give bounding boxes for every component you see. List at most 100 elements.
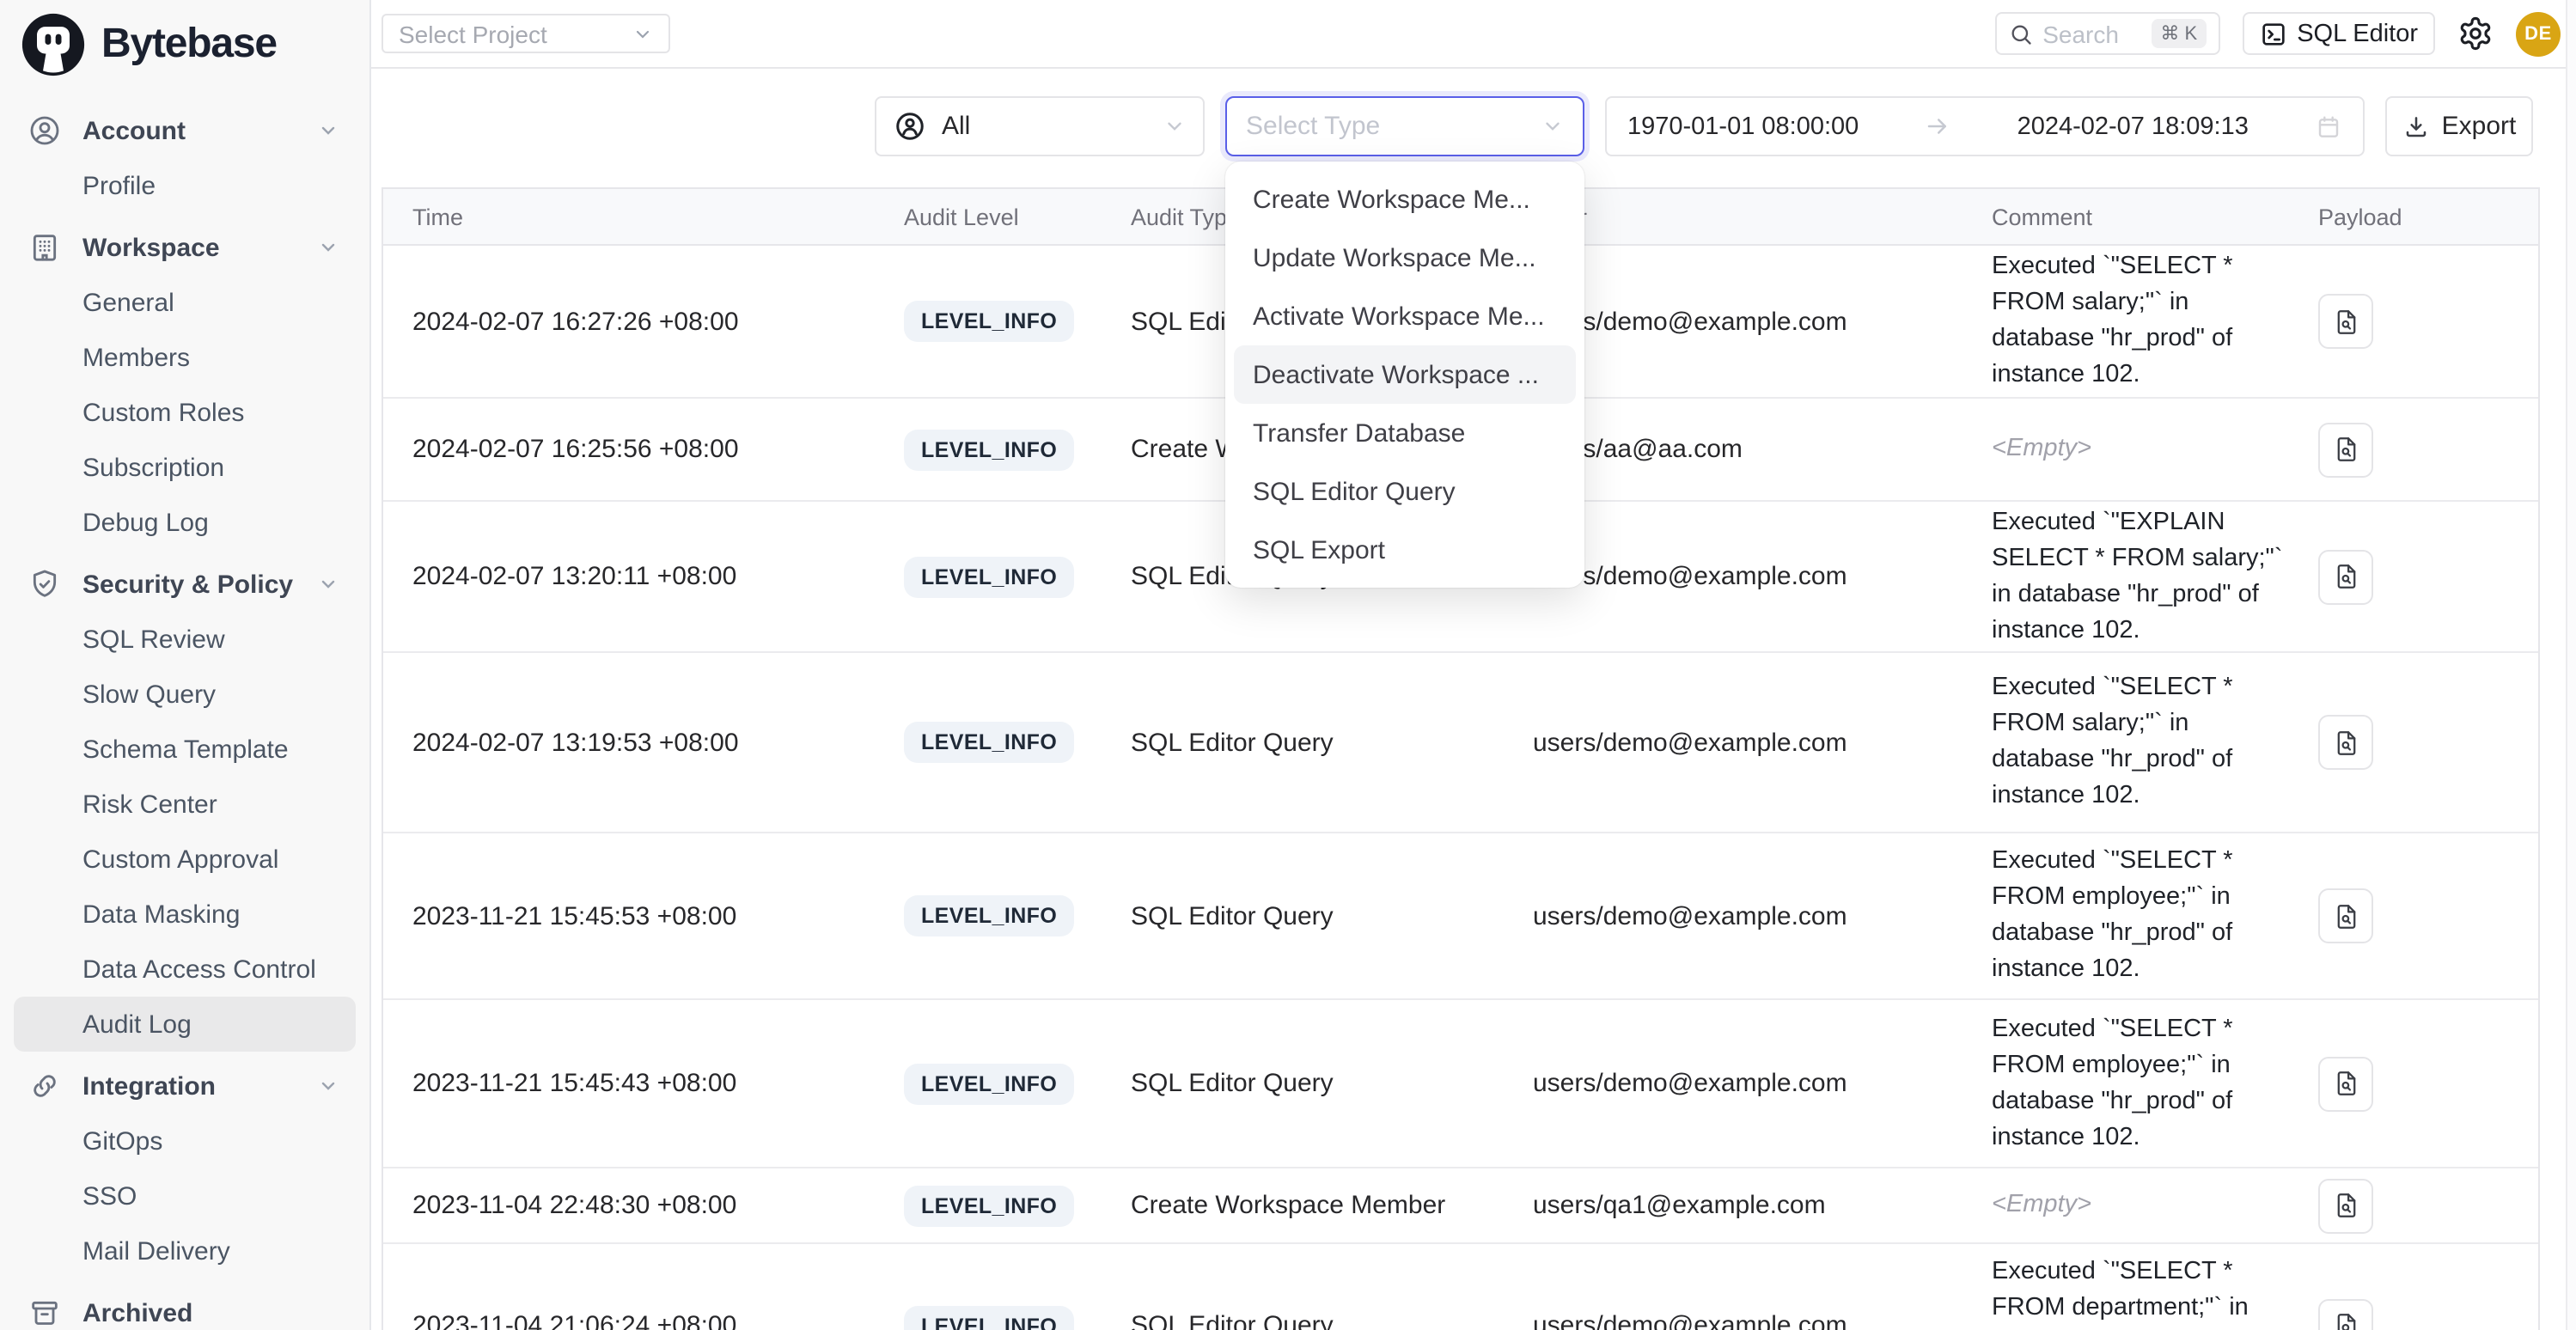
menu-item-deactivate-workspace-member[interactable]: Deactivate Workspace ...: [1234, 345, 1576, 404]
sidebar-item-custom-approval[interactable]: Custom Approval: [14, 832, 356, 887]
cell-comment: Executed `"SELECT * FROM employee;"` in …: [1992, 1011, 2318, 1156]
sidebar-item-archived[interactable]: Archived: [14, 1285, 356, 1330]
payload-view-button[interactable]: [2318, 1178, 2373, 1233]
terminal-icon: [2259, 20, 2286, 47]
sidebar-item-general[interactable]: General: [14, 275, 356, 330]
sidebar-item-slow-query[interactable]: Slow Query: [14, 667, 356, 722]
sidebar-item-risk-center[interactable]: Risk Center: [14, 777, 356, 832]
cell-time: 2023-11-04 21:06:24 +08:00: [412, 1311, 904, 1330]
sidebar-item-workspace[interactable]: Workspace: [14, 220, 356, 275]
arrow-right-icon: [1925, 113, 1950, 139]
sidebar-item-members[interactable]: Members: [14, 330, 356, 385]
topbar: Select Project Search ⌘ K SQL: [371, 0, 2576, 69]
actor-filter-select[interactable]: All: [875, 96, 1205, 156]
filter-bar: All Select Type 1970-01-01 08:00:00 2024…: [371, 69, 2576, 156]
cell-audit-level: LEVEL_INFO: [904, 301, 1131, 342]
shortcut-badge: ⌘ K: [2152, 19, 2206, 48]
cell-audit-level: LEVEL_INFO: [904, 1063, 1131, 1104]
menu-item-transfer-database[interactable]: Transfer Database: [1225, 404, 1584, 462]
menu-item-update-workspace-member[interactable]: Update Workspace Me...: [1225, 229, 1584, 287]
payload-view-button[interactable]: [2318, 888, 2373, 943]
sidebar-item-data-access-control[interactable]: Data Access Control: [14, 942, 356, 997]
topbar-right: Search ⌘ K SQL Editor DE: [1994, 11, 2561, 56]
search-icon: [2008, 21, 2032, 46]
type-filter-select[interactable]: Select Type: [1225, 96, 1584, 156]
sidebar-item-data-masking[interactable]: Data Masking: [14, 887, 356, 942]
cell-audit-level: LEVEL_INFO: [904, 895, 1131, 936]
sidebar-item-schema-template[interactable]: Schema Template: [14, 722, 356, 777]
cell-payload: [2318, 1178, 2538, 1233]
brand-name: Bytebase: [101, 21, 277, 69]
project-select[interactable]: Select Project: [382, 14, 670, 53]
search-input[interactable]: Search ⌘ K: [1994, 12, 2219, 55]
sidebar: Bytebase Account Profile Workspace: [0, 0, 371, 1330]
table-row: 2023-11-04 22:48:30 +08:00 LEVEL_INFO Cr…: [383, 1168, 2538, 1244]
menu-item-sql-export[interactable]: SQL Export: [1225, 521, 1584, 579]
cell-actor: users/demo@example.com: [1533, 1069, 1992, 1098]
scrollbar[interactable]: [2566, 0, 2576, 1330]
calendar-icon: [2315, 113, 2342, 140]
payload-view-button[interactable]: [2318, 1298, 2373, 1330]
cell-payload: [2318, 1298, 2538, 1330]
cell-time: 2024-02-07 16:25:56 +08:00: [412, 435, 904, 464]
bytebase-logo[interactable]: Bytebase: [0, 0, 369, 89]
sidebar-item-audit-log[interactable]: Audit Log: [14, 997, 356, 1052]
cell-payload: [2318, 549, 2538, 604]
cell-audit-type: SQL Editor Query: [1131, 901, 1533, 930]
avatar[interactable]: DE: [2516, 11, 2561, 56]
payload-view-button[interactable]: [2318, 549, 2373, 604]
sidebar-item-debug-log[interactable]: Debug Log: [14, 495, 356, 550]
sidebar-item-mail-delivery[interactable]: Mail Delivery: [14, 1223, 356, 1278]
table-row: 2023-11-21 15:45:43 +08:00 LEVEL_INFO SQ…: [383, 1000, 2538, 1168]
sidebar-item-account[interactable]: Account: [14, 103, 356, 158]
table-row: 2024-02-07 13:19:53 +08:00 LEVEL_INFO SQ…: [383, 653, 2538, 833]
level-badge: LEVEL_INFO: [904, 429, 1074, 470]
cell-comment: Executed `"SELECT * FROM employee;"` in …: [1992, 844, 2318, 988]
payload-view-button[interactable]: [2318, 715, 2373, 770]
table-row: 2023-11-04 21:06:24 +08:00 LEVEL_INFO SQ…: [383, 1244, 2538, 1330]
col-actor: Actor: [1533, 204, 1992, 229]
menu-item-sql-editor-query[interactable]: SQL Editor Query: [1225, 462, 1584, 521]
cell-time: 2023-11-21 15:45:53 +08:00: [412, 901, 904, 930]
payload-view-button[interactable]: [2318, 294, 2373, 349]
cell-audit-type: SQL Editor Query: [1131, 1311, 1533, 1330]
user-circle-icon: [27, 113, 62, 148]
level-badge: LEVEL_INFO: [904, 895, 1074, 936]
sidebar-item-sql-review[interactable]: SQL Review: [14, 612, 356, 667]
sidebar-item-custom-roles[interactable]: Custom Roles: [14, 385, 356, 440]
level-badge: LEVEL_INFO: [904, 556, 1074, 597]
sidebar-item-security-policy[interactable]: Security & Policy: [14, 557, 356, 612]
level-badge: LEVEL_INFO: [904, 1305, 1074, 1330]
settings-gear-icon[interactable]: [2457, 15, 2494, 52]
cell-audit-level: LEVEL_INFO: [904, 1305, 1131, 1330]
col-comment: Comment: [1992, 204, 2318, 229]
cell-payload: [2318, 422, 2538, 477]
cell-audit-type: SQL Editor Query: [1131, 728, 1533, 757]
chevron-down-icon: [318, 1076, 339, 1096]
sidebar-item-subscription[interactable]: Subscription: [14, 440, 356, 495]
level-badge: LEVEL_INFO: [904, 722, 1074, 763]
date-from: 1970-01-01 08:00:00: [1627, 113, 1859, 140]
sidebar-item-sso[interactable]: SSO: [14, 1168, 356, 1223]
cell-actor: users/qa1@example.com: [1533, 1191, 1992, 1220]
export-button[interactable]: Export: [2385, 96, 2533, 156]
sidebar-item-gitops[interactable]: GitOps: [14, 1113, 356, 1168]
sql-editor-button[interactable]: SQL Editor: [2242, 12, 2435, 55]
sidebar-item-integration[interactable]: Integration: [14, 1059, 356, 1113]
chevron-down-icon: [1541, 115, 1564, 137]
date-range-picker[interactable]: 1970-01-01 08:00:00 2024-02-07 18:09:13: [1605, 96, 2365, 156]
sidebar-item-profile[interactable]: Profile: [14, 158, 356, 213]
cell-payload: [2318, 1056, 2538, 1111]
cell-audit-type: SQL Editor Query: [1131, 1069, 1533, 1098]
cell-comment: Executed `"SELECT * FROM salary;"` in da…: [1992, 670, 2318, 814]
menu-item-create-workspace-member[interactable]: Create Workspace Me...: [1225, 170, 1584, 229]
cell-actor: users/demo@example.com: [1533, 562, 1992, 591]
archive-icon: [27, 1296, 62, 1330]
cell-comment: Executed `"SELECT * FROM department;"` i…: [1992, 1254, 2318, 1330]
user-circle-icon: [894, 110, 926, 143]
payload-view-button[interactable]: [2318, 422, 2373, 477]
menu-item-activate-workspace-member[interactable]: Activate Workspace Me...: [1225, 287, 1584, 345]
cell-payload: [2318, 715, 2538, 770]
payload-view-button[interactable]: [2318, 1056, 2373, 1111]
cell-comment: Executed `"SELECT * FROM salary;"` in da…: [1992, 249, 2318, 394]
